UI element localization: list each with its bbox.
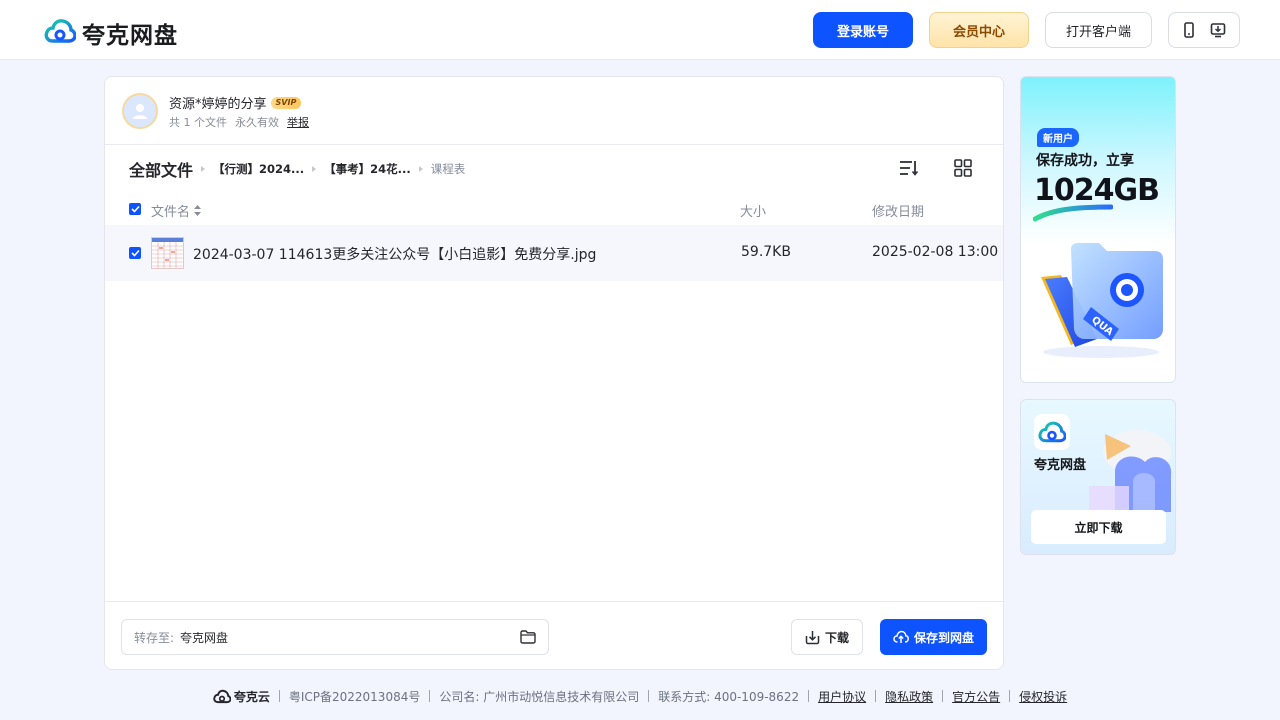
folder-icon[interactable] (520, 630, 536, 647)
download-label: 下载 (824, 630, 849, 645)
icp-number: 粤ICP备2022013084号 (288, 689, 421, 704)
privacy-policy-link[interactable]: 隐私政策 (885, 688, 933, 705)
share-meta: 共 1 个文件 永久有效 举报 (169, 114, 309, 130)
download-button[interactable]: 下载 (791, 619, 863, 655)
row-checkbox[interactable] (129, 247, 141, 259)
validity: 永久有效 (235, 116, 279, 129)
app-name: 夸克网盘 (1034, 458, 1087, 473)
sort-arrows-icon (194, 205, 202, 216)
cloud-logo-icon (44, 18, 77, 48)
breadcrumb-current: 课程表 (430, 162, 466, 176)
new-user-promo[interactable]: 新用户 保存成功，立享 1024GB QUA (1020, 76, 1176, 383)
site-footer: 夸克云 粤ICP备2022013084号 公司名: 广州市动悦信息技术有限公司 … (0, 686, 1280, 706)
column-date: 修改日期 (872, 205, 925, 220)
svip-badge: SVIP (270, 96, 302, 109)
save-destination-value: 夸克网盘 (180, 630, 229, 645)
app-logo-icon (1034, 414, 1070, 450)
divider (429, 690, 431, 702)
action-bar: 转存至: 夸克网盘 下载 保存到网盘 (105, 601, 1003, 669)
save-destination-field[interactable]: 转存至: 夸克网盘 (121, 619, 549, 655)
image-thumbnail (151, 237, 184, 269)
breadcrumb: 全部文件 【行测】2024... 【事考】24花... 课程表 (129, 157, 466, 181)
save-to-drive-label: 保存到网盘 (913, 630, 974, 645)
report-link[interactable]: 举报 (287, 114, 309, 130)
column-name[interactable]: 文件名 (151, 201, 202, 220)
new-user-tag: 新用户 (1037, 128, 1079, 147)
brand-name: 夸克网盘 (82, 23, 178, 49)
divider (1009, 690, 1011, 702)
divider (808, 690, 810, 702)
device-buttons (1168, 12, 1240, 48)
infringement-report-link[interactable]: 侵权投诉 (1019, 688, 1067, 705)
chevron-right-icon (201, 166, 206, 172)
table-row[interactable]: 2024-03-07 114613更多关注公众号【小白追影】免费分享.jpg 5… (105, 225, 1003, 281)
swoosh-decoration (1032, 203, 1114, 227)
cloud-upload-icon (893, 630, 909, 643)
user-agreement-link[interactable]: 用户协议 (818, 688, 866, 705)
file-date: 2025-02-08 13:00 (872, 244, 999, 260)
divider (942, 690, 944, 702)
avatar (122, 93, 158, 129)
announcement-link[interactable]: 官方公告 (952, 688, 1000, 705)
divider (648, 690, 650, 702)
desktop-download-icon[interactable] (1210, 22, 1226, 38)
chevron-right-icon (312, 166, 317, 172)
file-size: 59.7KB (741, 244, 791, 260)
column-size: 大小 (740, 205, 767, 220)
divider (875, 690, 877, 702)
sharer-name: 资源*婷婷的分享 (169, 97, 267, 112)
breadcrumb-item[interactable]: 【事考】24花... (324, 161, 411, 177)
save-to-drive-button[interactable]: 保存到网盘 (880, 619, 987, 655)
company-name: 公司名: 广州市动悦信息技术有限公司 (439, 689, 640, 704)
login-button[interactable]: 登录账号 (813, 12, 913, 48)
share-card: 资源*婷婷的分享 SVIP 共 1 个文件 永久有效 举报 全部文件 【行测】2… (104, 76, 1004, 670)
file-count: 共 1 个文件 (169, 116, 227, 129)
breadcrumb-item[interactable]: 【行测】2024... (213, 161, 304, 177)
sort-icon[interactable] (899, 159, 919, 181)
promo-headline: 保存成功，立享 (1036, 153, 1134, 169)
vip-center-button[interactable]: 会员中心 (929, 12, 1029, 48)
chevron-right-icon (418, 166, 423, 172)
column-name-label: 文件名 (151, 205, 191, 220)
file-name[interactable]: 2024-03-07 114613更多关注公众号【小白追影】免费分享.jpg (193, 244, 596, 264)
footer-brand-name: 夸克云 (233, 689, 270, 704)
grid-view-icon[interactable] (954, 159, 972, 181)
open-client-button[interactable]: 打开客户端 (1045, 12, 1152, 48)
phone-icon[interactable] (1182, 22, 1196, 38)
download-now-button[interactable]: 立即下载 (1031, 510, 1166, 544)
select-all-checkbox[interactable] (129, 203, 141, 215)
download-icon (805, 630, 820, 644)
divider (278, 690, 280, 702)
download-app-promo[interactable]: 夸克网盘 立即下载 (1020, 399, 1176, 555)
footer-brand[interactable]: 夸克云 (213, 688, 270, 705)
table-header: 文件名 大小 修改日期 (105, 197, 1003, 221)
top-bar: 夸克网盘 登录账号 会员中心 打开客户端 (0, 0, 1280, 60)
brand-logo[interactable]: 夸克网盘 (44, 16, 178, 50)
cloud-illustration-icon (1085, 412, 1175, 516)
breadcrumb-all-files[interactable]: 全部文件 (129, 157, 193, 181)
share-header: 资源*婷婷的分享 SVIP 共 1 个文件 永久有效 举报 (105, 77, 1003, 145)
quark-cloud-icon (213, 689, 231, 703)
folder-illustration-icon: QUA (1031, 237, 1167, 365)
contact-info: 联系方式: 400-109-8622 (658, 689, 800, 704)
save-destination-label: 转存至: (134, 630, 175, 645)
share-title: 资源*婷婷的分享 SVIP (169, 93, 302, 112)
